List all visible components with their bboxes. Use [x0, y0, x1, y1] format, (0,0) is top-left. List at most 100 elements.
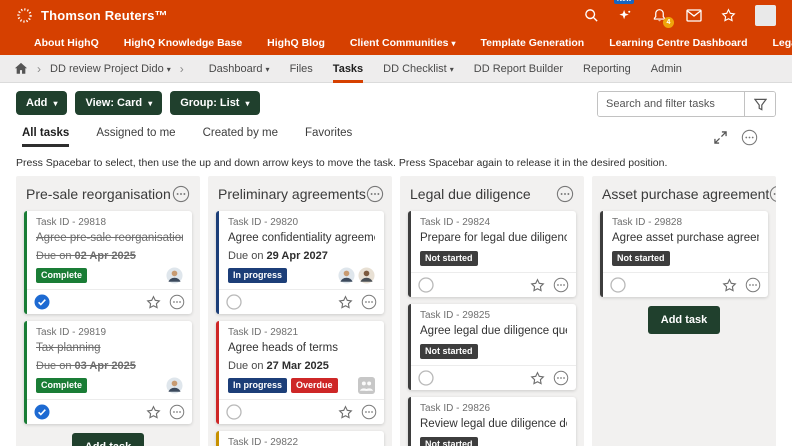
board-actions	[714, 129, 776, 146]
kanban-board: Pre-sale reorganisation Task ID - 29818 Ag…	[16, 176, 776, 446]
add-task-button[interactable]: Add task	[71, 433, 145, 446]
task-card-actions	[530, 370, 569, 386]
task-menu-icon[interactable]	[361, 404, 377, 420]
group-list-button[interactable]: Group: List ▾	[170, 91, 260, 115]
header-actions: New 4	[584, 0, 776, 28]
nav-item-learning-centre-dashboard[interactable]: Learning Centre Dashboard	[609, 37, 747, 49]
tab-favorites[interactable]: Favorites	[305, 127, 352, 147]
module-tab-tasks[interactable]: Tasks	[332, 55, 364, 83]
ai-sparkle-icon[interactable]: New	[614, 0, 635, 23]
nav-item-about-highq[interactable]: About HighQ	[34, 37, 99, 49]
module-tab-admin[interactable]: Admin	[651, 55, 682, 83]
view-card-button[interactable]: View: Card ▾	[75, 91, 163, 115]
favorite-star-icon[interactable]	[338, 294, 353, 310]
nav-item-highq-blog[interactable]: HighQ Blog	[267, 37, 325, 49]
assignee-avatar[interactable]	[166, 377, 183, 394]
column-title: Legal due diligence	[410, 186, 531, 202]
task-checked-icon[interactable]	[34, 404, 50, 420]
favorite-star-icon[interactable]	[338, 404, 353, 420]
nav-item-legal-spend-management[interactable]: Legal spend Management	[772, 37, 792, 49]
thomson-reuters-logo-icon[interactable]	[16, 7, 33, 24]
column-menu-icon[interactable]	[769, 185, 776, 203]
task-card[interactable]: Task ID - 29826 Review legal due diligenc…	[408, 397, 576, 446]
favorite-star-icon[interactable]	[530, 277, 545, 293]
tab-assigned-to-me[interactable]: Assigned to me	[96, 127, 175, 147]
task-card-body: Task ID - 29821 Agree heads of terms Due o…	[219, 321, 384, 399]
module-tab-dd-report-builder[interactable]: DD Report Builder	[474, 55, 563, 83]
task-badge-row: In progress Overdue	[228, 377, 375, 394]
brand-title: Thomson Reuters™	[41, 7, 168, 23]
search-filter-group	[597, 91, 776, 117]
notifications-bell-icon[interactable]: 4	[652, 8, 674, 28]
filter-icon[interactable]	[744, 92, 775, 116]
task-badge-row: Not started	[420, 343, 567, 360]
board-column-legal-due-diligence: Legal due diligence Task ID - 29824 Prepar…	[400, 176, 584, 446]
task-checked-icon[interactable]	[34, 294, 50, 310]
expand-icon[interactable]	[714, 130, 727, 144]
task-menu-icon[interactable]	[169, 294, 185, 310]
column-menu-icon[interactable]	[366, 185, 384, 203]
task-card[interactable]: Task ID - 29828 Agree asset purchase agre…	[600, 211, 768, 297]
task-card[interactable]: Task ID - 29825 Agree legal due diligence…	[408, 304, 576, 390]
nav-item-highq-knowledge-base[interactable]: HighQ Knowledge Base	[124, 37, 242, 49]
task-menu-icon[interactable]	[361, 294, 377, 310]
assignee-avatars	[166, 267, 183, 284]
search-input[interactable]	[598, 92, 744, 116]
favorite-star-icon[interactable]	[146, 404, 161, 420]
group-avatar-icon[interactable]	[358, 377, 375, 394]
nav-item-client-communities[interactable]: Client Communities ▾	[350, 37, 456, 49]
task-card-body: Task ID - 29819 Tax planning Due on 03 Apr…	[27, 321, 192, 399]
user-avatar[interactable]	[755, 4, 776, 26]
task-card[interactable]: Task ID - 29822Agree exclusivity agreeme…	[216, 431, 384, 446]
task-menu-icon[interactable]	[169, 404, 185, 420]
task-unchecked-icon[interactable]	[226, 294, 242, 310]
task-menu-icon[interactable]	[553, 277, 569, 293]
board-column-pre-sale-reorganisation: Pre-sale reorganisation Task ID - 29818 Ag…	[16, 176, 200, 446]
chevron-down-icon: ▾	[449, 64, 454, 74]
favorites-star-icon[interactable]	[721, 7, 736, 23]
nav-item-template-generation[interactable]: Template Generation	[481, 37, 585, 49]
assignee-avatar[interactable]	[166, 267, 183, 284]
add-task-button[interactable]: Add task	[647, 306, 721, 334]
task-card[interactable]: Task ID - 29818 Agree pre-sale reorganisa…	[24, 211, 192, 314]
task-menu-icon[interactable]	[553, 370, 569, 386]
assignee-avatar[interactable]	[338, 267, 355, 284]
status-badge-not-started: Not started	[420, 437, 478, 446]
add-button[interactable]: Add ▾	[16, 91, 68, 115]
messages-envelope-icon[interactable]	[686, 8, 702, 22]
search-icon[interactable]	[584, 8, 599, 23]
task-menu-icon[interactable]	[745, 277, 761, 293]
module-tab-files[interactable]: Files	[290, 55, 313, 83]
breadcrumb-separator: ›	[179, 61, 184, 76]
task-badge-row: Not started	[420, 250, 567, 267]
task-unchecked-icon[interactable]	[418, 370, 434, 386]
task-id-label: Task ID - 29818	[36, 217, 107, 228]
task-unchecked-icon[interactable]	[610, 277, 626, 293]
chevron-down-icon: ▾	[451, 38, 456, 48]
assignee-avatar[interactable]	[358, 267, 375, 284]
task-card[interactable]: Task ID - 29820 Agree confidentiality agr…	[216, 211, 384, 314]
task-due-date: Due on 29 Apr 2027	[228, 250, 328, 262]
column-menu-icon[interactable]	[172, 185, 190, 203]
breadcrumb-project[interactable]: DD review Project Dido ▾	[50, 55, 171, 83]
module-tab-dashboard[interactable]: Dashboard ▾	[209, 55, 270, 83]
favorite-star-icon[interactable]	[722, 277, 737, 293]
tab-all-tasks[interactable]: All tasks	[22, 127, 70, 147]
status-badge-overdue: Overdue	[291, 378, 338, 393]
task-unchecked-icon[interactable]	[418, 277, 434, 293]
task-card-body: Task ID - 29824 Prepare for legal due dil…	[411, 211, 576, 272]
task-unchecked-icon[interactable]	[226, 404, 242, 420]
module-tab-dd-checklist[interactable]: DD Checklist ▾	[383, 55, 454, 83]
task-card[interactable]: Task ID - 29821 Agree heads of terms Due o…	[216, 321, 384, 424]
column-menu-icon[interactable]	[556, 185, 574, 203]
task-badge-row: Complete	[36, 267, 183, 284]
tab-created-by-me[interactable]: Created by me	[203, 127, 278, 147]
task-card[interactable]: Task ID - 29824 Prepare for legal due dil…	[408, 211, 576, 297]
favorite-star-icon[interactable]	[530, 370, 545, 386]
more-options-icon[interactable]	[741, 129, 758, 146]
favorite-star-icon[interactable]	[146, 294, 161, 310]
module-tab-reporting[interactable]: Reporting	[583, 55, 631, 83]
task-card[interactable]: Task ID - 29819 Tax planning Due on 03 Apr…	[24, 321, 192, 424]
home-icon[interactable]	[14, 62, 28, 75]
task-id-label: Task ID - 29822	[228, 437, 299, 446]
